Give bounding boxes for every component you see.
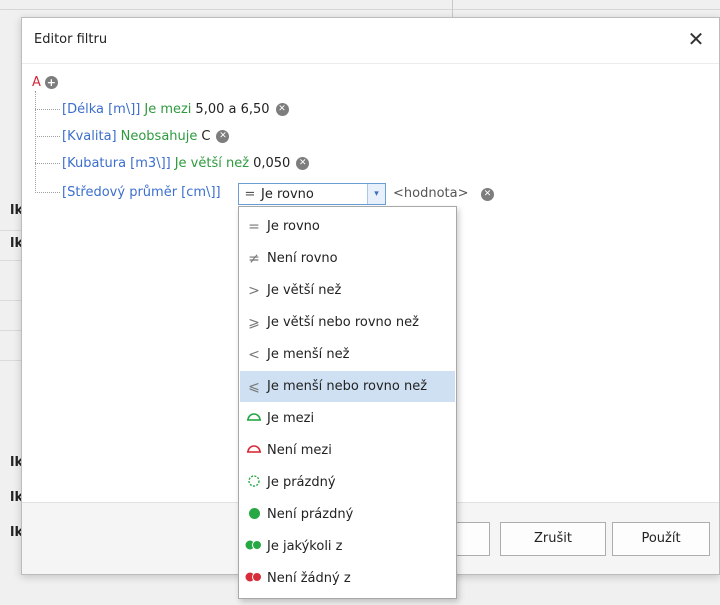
add-condition-icon[interactable]: + (44, 75, 58, 89)
option-label: Je prázdný (267, 475, 336, 490)
option-label: Není žádný z (267, 571, 351, 586)
condition-row-editing: [Středový průměr [cm\]] (32, 183, 225, 201)
greater-or-equal-icon: ⩾ (248, 314, 260, 331)
option-label: Je rovno (267, 219, 320, 234)
condition-field[interactable]: [Délka [m\]] (62, 102, 140, 117)
background-grid-line (0, 360, 22, 361)
cancel-button[interactable]: Zrušit (500, 522, 606, 556)
option-label: Je větší než (267, 283, 342, 298)
empty-circle-icon (241, 474, 267, 492)
option-label: Je menší než (267, 347, 350, 362)
chevron-down-icon[interactable]: ▾ (367, 184, 385, 204)
operator-option[interactable]: Není žádný z (240, 563, 455, 594)
delete-condition-icon[interactable]: ✕ (481, 188, 494, 201)
operator-option[interactable]: ⩾ Je větší nebo rovno než (240, 307, 455, 338)
tree-branch (35, 135, 60, 137)
not-between-icon (241, 443, 267, 459)
delete-condition-icon[interactable]: ✕ (275, 102, 289, 116)
condition-field[interactable]: [Středový průměr [cm\]] (62, 185, 221, 200)
condition-field[interactable]: [Kubatura [m3\]] (62, 156, 171, 171)
any-of-icon (241, 539, 267, 555)
filled-circle-icon (241, 507, 267, 523)
tree-root: A + (32, 73, 58, 91)
operator-combobox[interactable]: = Je rovno ▾ (238, 183, 386, 205)
option-label: Není prázdný (267, 507, 354, 522)
option-label: Je menší nebo rovno než (267, 379, 428, 394)
background-grid-line (0, 260, 22, 261)
apply-button[interactable]: Použít (612, 522, 710, 556)
background-grid-line (0, 230, 22, 231)
close-icon[interactable]: ✕ (683, 26, 709, 52)
greater-than-icon: > (248, 282, 260, 299)
operator-option[interactable]: Není mezi (240, 435, 455, 466)
tree-branch (35, 162, 60, 164)
background-separator (0, 9, 720, 10)
none-of-icon (241, 571, 267, 587)
between-icon (241, 411, 267, 427)
operator-option[interactable]: Je jakýkoli z (240, 531, 455, 562)
operator-option[interactable]: Není prázdný (240, 499, 455, 530)
operator-option[interactable]: ≠ Není rovno (240, 243, 455, 274)
tree-branch (35, 108, 60, 110)
value-placeholder[interactable]: <hodnota> (393, 186, 469, 201)
condition-operator[interactable]: Je mezi (144, 102, 191, 117)
condition-value[interactable]: 0,050 (253, 156, 290, 171)
background-grid-line (0, 330, 22, 331)
not-equals-icon: ≠ (248, 250, 260, 267)
condition-field[interactable]: [Kvalita] (62, 129, 117, 144)
option-label: Není mezi (267, 443, 332, 458)
condition-row: [Délka [m\]] Je mezi 5,00 a 6,50 ✕ (32, 100, 289, 118)
title-separator (22, 63, 719, 64)
condition-value[interactable]: C (201, 129, 210, 144)
operator-option[interactable]: Je prázdný (240, 467, 455, 498)
dialog-title: Editor filtru (34, 32, 108, 47)
condition-operator[interactable]: Je větší než (175, 156, 249, 171)
condition-operator[interactable]: Neobsahuje (121, 129, 198, 144)
condition-row: [Kvalita] Neobsahuje C ✕ (32, 127, 230, 145)
delete-condition-icon[interactable]: ✕ (216, 129, 230, 143)
condition-row: [Kubatura [m3\]] Je větší než 0,050 ✕ (32, 154, 310, 172)
operator-dropdown-list: = Je rovno ≠ Není rovno > Je větší než ⩾… (238, 206, 457, 599)
option-label: Je mezi (267, 411, 315, 426)
less-than-icon: < (248, 346, 260, 363)
option-label: Je jakýkoli z (267, 539, 343, 554)
option-label: Není rovno (267, 251, 338, 266)
operator-option-highlighted[interactable]: ⩽ Je menší nebo rovno než (240, 371, 455, 402)
option-label: Je větší nebo rovno než (267, 315, 419, 330)
operator-option[interactable]: Je mezi (240, 403, 455, 434)
less-or-equal-icon: ⩽ (248, 378, 260, 395)
tree-branch (35, 191, 60, 193)
operator-selected-text: Je rovno (261, 186, 314, 202)
equals-icon: = (244, 186, 256, 202)
operator-option[interactable]: > Je větší než (240, 275, 455, 306)
condition-value[interactable]: 5,00 a 6,50 (195, 102, 269, 117)
equals-icon: = (248, 218, 260, 235)
operator-option[interactable]: = Je rovno (240, 211, 455, 242)
delete-condition-icon[interactable]: ✕ (296, 156, 310, 170)
background-grid-line (0, 300, 22, 301)
operator-option[interactable]: < Je menší než (240, 339, 455, 370)
root-group-label[interactable]: A (32, 75, 41, 90)
